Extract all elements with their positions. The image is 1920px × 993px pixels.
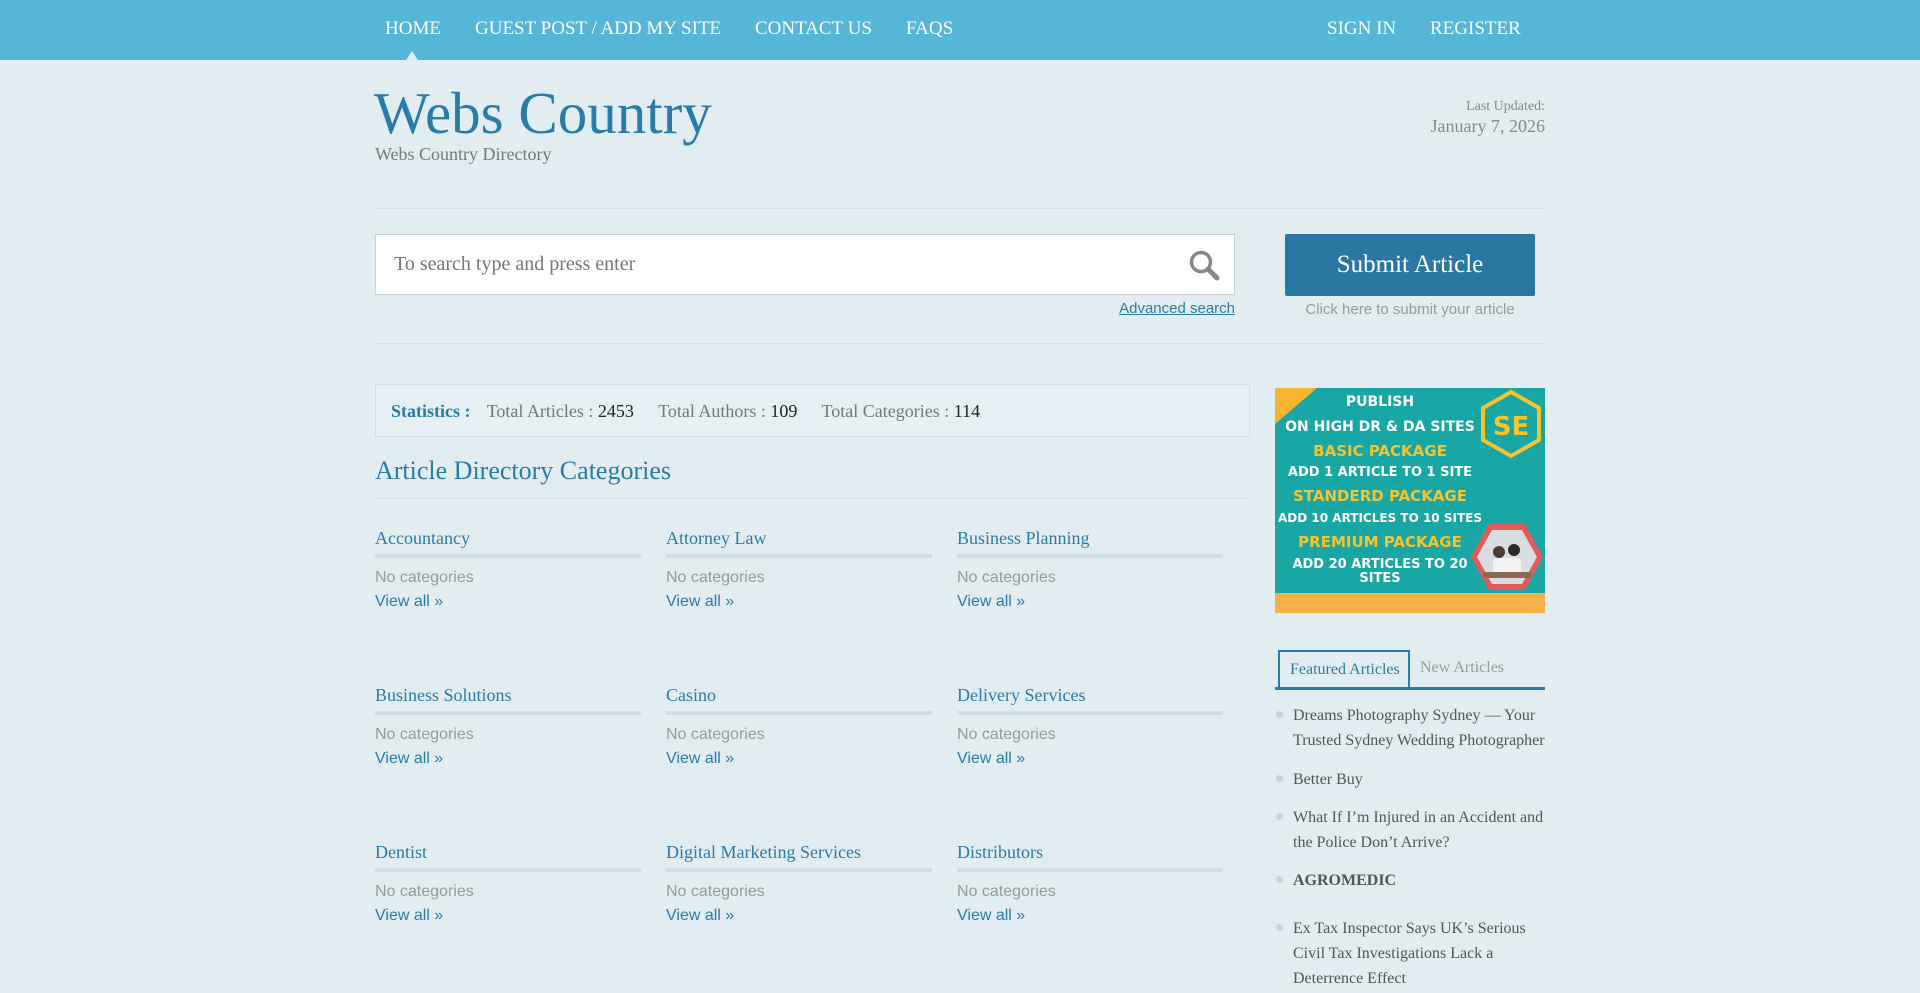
se-logo-icon: SE	[1481, 390, 1541, 459]
category-sub-label: No categories	[957, 726, 1056, 743]
divider	[375, 343, 1545, 344]
category-block: Attorney Law No categories View all »	[666, 528, 932, 611]
category-block: Dentist No categories View all »	[375, 842, 641, 925]
category-sub-label: No categories	[957, 883, 1056, 900]
category-block: Delivery Services No categories View all…	[957, 685, 1223, 768]
total-authors-label: Total Authors :	[658, 401, 766, 421]
total-authors-value: 109	[770, 401, 798, 421]
search-icon[interactable]	[1188, 249, 1220, 281]
view-all-link[interactable]: View all »	[957, 750, 1223, 768]
tab-underline	[1275, 687, 1545, 690]
article-link[interactable]: Dreams Photography Sydney — Your Trusted…	[1275, 703, 1550, 753]
category-name[interactable]: Business Solutions	[375, 685, 641, 715]
category-sub-label: No categories	[375, 883, 474, 900]
total-articles-value: 2453	[597, 401, 634, 421]
article-link[interactable]: AGROMEDIC	[1275, 868, 1550, 893]
divider	[375, 498, 1250, 499]
category-sub-label: No categories	[375, 569, 474, 586]
view-all-link[interactable]: View all »	[666, 907, 932, 925]
ad-bottom-strip	[1275, 593, 1545, 613]
ad-line: STANDERD PACKAGE	[1293, 487, 1467, 505]
category-name[interactable]: Attorney Law	[666, 528, 932, 558]
category-sub-label: No categories	[666, 883, 765, 900]
publish-ad-banner[interactable]: PUBLISH ON HIGH DR & DA SITES BASIC PACK…	[1275, 388, 1545, 613]
statistics-label: Statistics :	[391, 401, 471, 421]
last-updated-label: Last Updated:	[1466, 99, 1545, 114]
nav-contact-us[interactable]: CONTACT US	[755, 18, 872, 40]
ad-line: SITES	[1359, 571, 1401, 586]
category-block: Digital Marketing Services No categories…	[666, 842, 932, 925]
total-categories-value: 114	[953, 401, 981, 421]
divider	[375, 208, 1545, 209]
article-link[interactable]: Better Buy	[1275, 767, 1550, 792]
ad-line: ADD 20 ARTICLES TO 20	[1292, 557, 1468, 572]
nav-home[interactable]: HOME	[385, 18, 441, 40]
active-nav-indicator	[406, 51, 418, 60]
category-name[interactable]: Casino	[666, 685, 932, 715]
top-nav: HOME GUEST POST / ADD MY SITE CONTACT US…	[0, 0, 1920, 60]
category-sub-label: No categories	[666, 726, 765, 743]
category-block: Business Planning No categories View all…	[957, 528, 1223, 611]
view-all-link[interactable]: View all »	[666, 593, 932, 611]
category-name[interactable]: Accountancy	[375, 528, 641, 558]
view-all-link[interactable]: View all »	[957, 593, 1223, 611]
search-input[interactable]	[376, 235, 1156, 294]
total-categories: Total Categories : 114	[822, 401, 981, 421]
site-title[interactable]: Webs Country	[374, 78, 712, 148]
categories-heading: Article Directory Categories	[375, 456, 671, 485]
submit-article-button[interactable]: Submit Article	[1285, 234, 1535, 296]
total-articles: Total Articles : 2453	[487, 401, 634, 421]
category-sub-label: No categories	[957, 569, 1056, 586]
view-all-link[interactable]: View all »	[666, 750, 932, 768]
nav-register[interactable]: REGISTER	[1430, 18, 1521, 40]
view-all-link[interactable]: View all »	[375, 907, 641, 925]
ad-line: ON HIGH DR & DA SITES	[1285, 419, 1475, 435]
category-name[interactable]: Dentist	[375, 842, 641, 872]
category-name[interactable]: Distributors	[957, 842, 1223, 872]
tab-featured-articles[interactable]: Featured Articles	[1278, 650, 1410, 688]
category-sub-label: No categories	[375, 726, 474, 743]
nav-faqs[interactable]: FAQS	[906, 18, 953, 40]
site-tagline: Webs Country Directory	[375, 144, 552, 164]
ad-line: BASIC PACKAGE	[1313, 442, 1447, 460]
view-all-link[interactable]: View all »	[957, 907, 1223, 925]
statistics-bar: Statistics : Total Articles : 2453 Total…	[375, 384, 1250, 437]
ad-line: PUBLISH	[1345, 394, 1415, 410]
ad-logo-text: SE	[1493, 412, 1530, 442]
category-block: Casino No categories View all »	[666, 685, 932, 768]
ad-line: ADD 10 ARTICLES TO 10 SITES	[1278, 511, 1482, 525]
category-sub-label: No categories	[666, 569, 765, 586]
last-updated-date: January 7, 2026	[1430, 116, 1545, 136]
article-link[interactable]: What If I’m Injured in an Accident and t…	[1275, 805, 1550, 855]
advanced-search-link[interactable]: Advanced search	[1119, 300, 1235, 317]
team-photo-icon	[1471, 524, 1543, 590]
category-name[interactable]: Delivery Services	[957, 685, 1223, 715]
article-link[interactable]: Ex Tax Inspector Says UK’s Serious Civil…	[1275, 916, 1550, 991]
view-all-link[interactable]: View all »	[375, 750, 641, 768]
nav-sign-in[interactable]: SIGN IN	[1327, 18, 1396, 40]
total-authors: Total Authors : 109	[658, 401, 797, 421]
category-block: Distributors No categories View all »	[957, 842, 1223, 925]
nav-guest-post[interactable]: GUEST POST / ADD MY SITE	[475, 18, 721, 40]
category-block: Business Solutions No categories View al…	[375, 685, 641, 768]
category-name[interactable]: Digital Marketing Services	[666, 842, 932, 872]
view-all-link[interactable]: View all »	[375, 593, 641, 611]
ad-line: ADD 1 ARTICLE TO 1 SITE	[1287, 465, 1473, 480]
category-block: Accountancy No categories View all »	[375, 528, 641, 611]
category-name[interactable]: Business Planning	[957, 528, 1223, 558]
search-box	[375, 234, 1235, 295]
ad-line: PREMIUM PACKAGE	[1298, 533, 1462, 551]
submit-article-hint: Click here to submit your article	[1305, 301, 1515, 318]
total-articles-label: Total Articles :	[486, 401, 594, 421]
total-categories-label: Total Categories :	[821, 401, 950, 421]
tab-new-articles[interactable]: New Articles	[1410, 650, 1518, 688]
